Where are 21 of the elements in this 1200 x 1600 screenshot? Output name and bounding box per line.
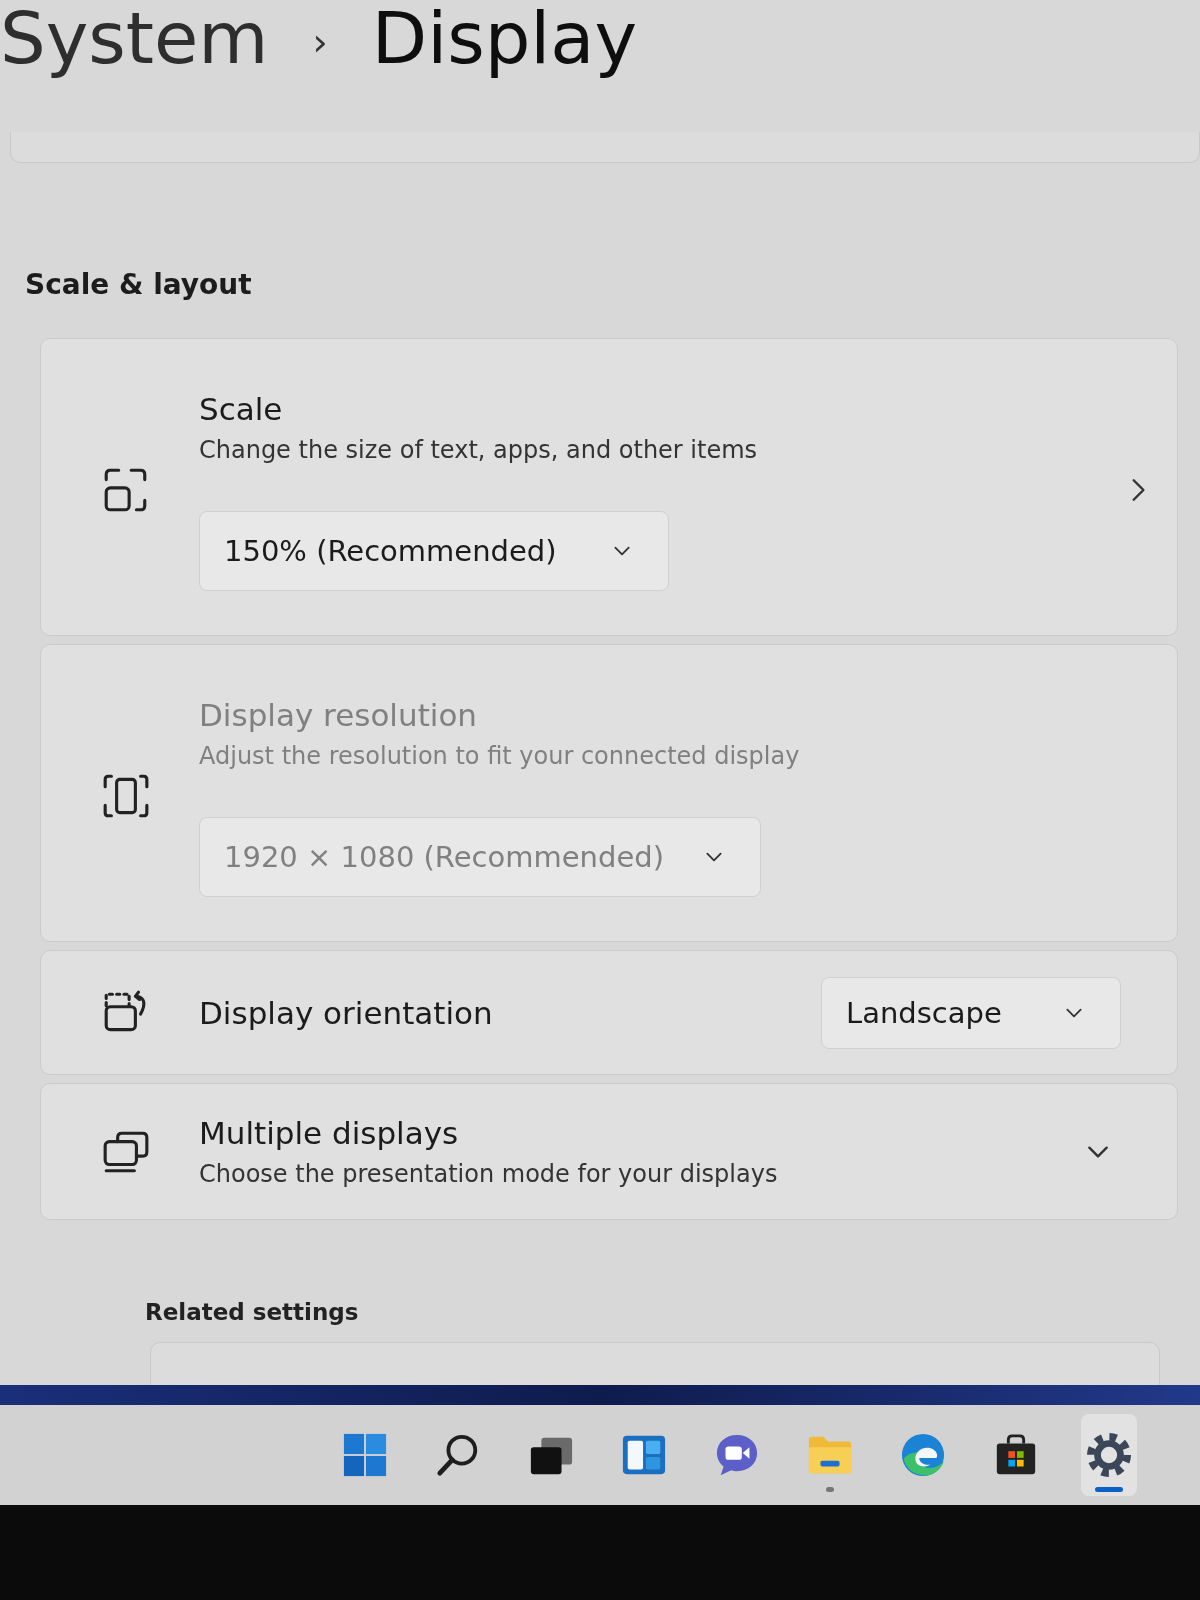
setting-title: Display resolution — [199, 696, 478, 735]
setting-card[interactable]: Scale Change the size of text, apps, and other items 150% (Recommended) — [40, 338, 1178, 636]
setting-description: Change the size of text, apps, and other items — [199, 435, 758, 466]
breadcrumb-link[interactable]: System — [0, 0, 269, 76]
settings-icon — [1086, 1432, 1132, 1478]
setting-description: Choose the presentation mode for your displays — [199, 1158, 778, 1190]
section-heading: Related settings — [145, 1298, 359, 1327]
setting-description: Adjust the resolution to fit your connected display — [199, 741, 800, 772]
four-squares-icon — [342, 1432, 388, 1478]
section-heading: Scale & layout — [25, 267, 252, 303]
setting-title: Multiple displays — [199, 1113, 459, 1153]
dropdown[interactable]: 150% (Recommended) — [199, 511, 669, 591]
page-title: Display — [371, 0, 638, 76]
swirl-icon — [900, 1432, 946, 1478]
setting-title: Scale — [199, 390, 283, 429]
taskbar-button[interactable] — [1081, 1414, 1137, 1496]
breadcrumb-separator: › — [312, 19, 328, 66]
setting-card[interactable]: Multiple displays Choose the presentation mode for your displays — [40, 1083, 1178, 1220]
camera-bubble-icon — [714, 1432, 760, 1478]
dropdown[interactable]: Landscape — [821, 976, 1121, 1049]
setting-title: Display orientation — [199, 993, 493, 1033]
